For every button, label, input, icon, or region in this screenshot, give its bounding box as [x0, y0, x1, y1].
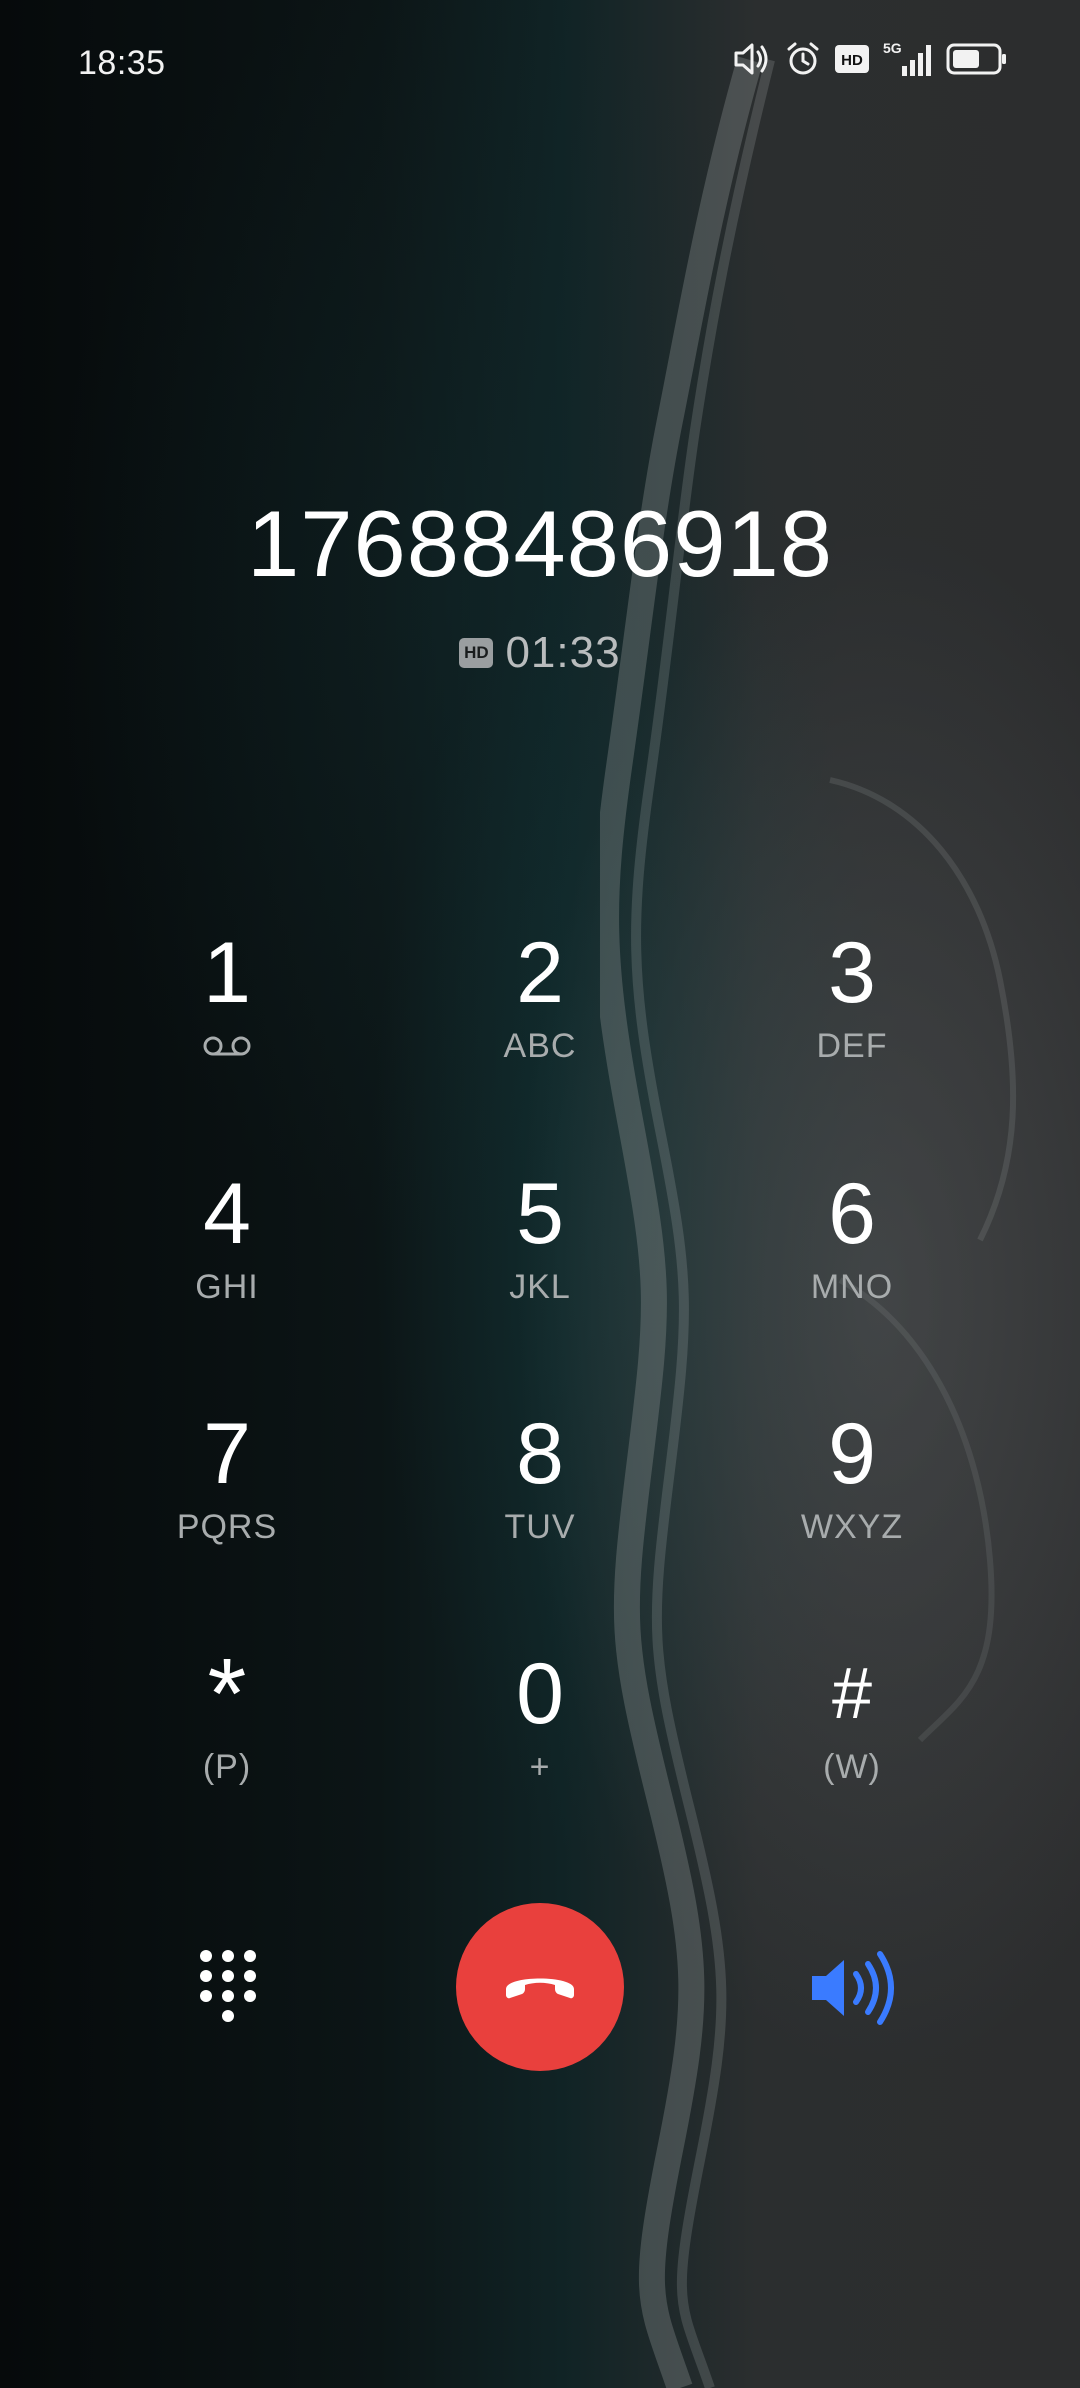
svg-text:5G: 5G	[883, 40, 902, 56]
in-call-screen: 18:35 HD 5G 17688486918 HD 01:33 1 2 ABC…	[0, 0, 1080, 2388]
key-letters: WXYZ	[800, 1508, 904, 1546]
key-digit: 3	[828, 925, 876, 1021]
key-letters: JKL	[509, 1268, 571, 1306]
key-digit: 1	[203, 925, 251, 1021]
status-time: 18:35	[78, 44, 166, 82]
5g-signal-icon: 5G	[882, 40, 934, 78]
key-3[interactable]: 3 DEF	[732, 925, 972, 1125]
key-9[interactable]: 9 WXYZ	[732, 1406, 972, 1606]
key-2[interactable]: 2 ABC	[420, 925, 660, 1125]
key-letters: ABC	[503, 1027, 577, 1065]
key-digit: 4	[203, 1166, 251, 1262]
key-letters: +	[529, 1748, 551, 1786]
key-5[interactable]: 5 JKL	[420, 1166, 660, 1366]
key-letters: TUV	[504, 1508, 576, 1546]
key-4[interactable]: 4 GHI	[107, 1166, 347, 1366]
speaker-icon	[804, 1951, 904, 2032]
svg-text:HD: HD	[841, 52, 863, 69]
hd-badge: HD	[459, 638, 494, 668]
battery-icon	[946, 42, 1008, 76]
key-8[interactable]: 8 TUV	[420, 1406, 660, 1606]
dialpad-toggle-button[interactable]	[180, 1940, 276, 2036]
status-bar: 18:35 HD 5G	[0, 0, 1080, 120]
key-digit: 5	[516, 1166, 564, 1262]
key-digit: 8	[516, 1406, 564, 1502]
call-duration: 01:33	[505, 628, 621, 677]
key-digit: 7	[203, 1406, 251, 1502]
end-call-icon	[500, 1965, 580, 2010]
key-star[interactable]: * (P)	[107, 1638, 347, 1846]
end-call-button[interactable]	[456, 1903, 624, 2071]
key-letters: GHI	[195, 1268, 259, 1306]
key-letters: PQRS	[176, 1508, 278, 1546]
key-1[interactable]: 1	[107, 925, 347, 1125]
key-digit: 0	[516, 1646, 564, 1742]
key-7[interactable]: 7 PQRS	[107, 1406, 347, 1606]
key-0[interactable]: 0 +	[420, 1646, 660, 1846]
key-digit: #	[831, 1654, 873, 1734]
volume-icon	[732, 40, 772, 78]
key-digit: 2	[516, 925, 564, 1021]
dialpad-icon	[180, 1950, 276, 2040]
key-letters: MNO	[810, 1268, 894, 1306]
key-6[interactable]: 6 MNO	[732, 1166, 972, 1366]
key-letters: (P)	[202, 1748, 252, 1786]
key-digit: 6	[828, 1166, 876, 1262]
speaker-button[interactable]	[804, 1948, 904, 2028]
call-status: HD 01:33	[0, 628, 1080, 678]
key-letters: (W)	[823, 1748, 881, 1786]
alarm-icon	[784, 40, 822, 78]
key-digit: *	[207, 1638, 247, 1750]
key-digit: 9	[828, 1406, 876, 1502]
hd-voice-icon: HD	[834, 43, 870, 75]
key-letters: DEF	[816, 1027, 888, 1065]
caller-number: 17688486918	[246, 491, 834, 596]
voicemail-icon	[202, 1035, 252, 1062]
key-hash[interactable]: # (W)	[732, 1646, 972, 1846]
status-icons: HD 5G	[732, 40, 1008, 78]
